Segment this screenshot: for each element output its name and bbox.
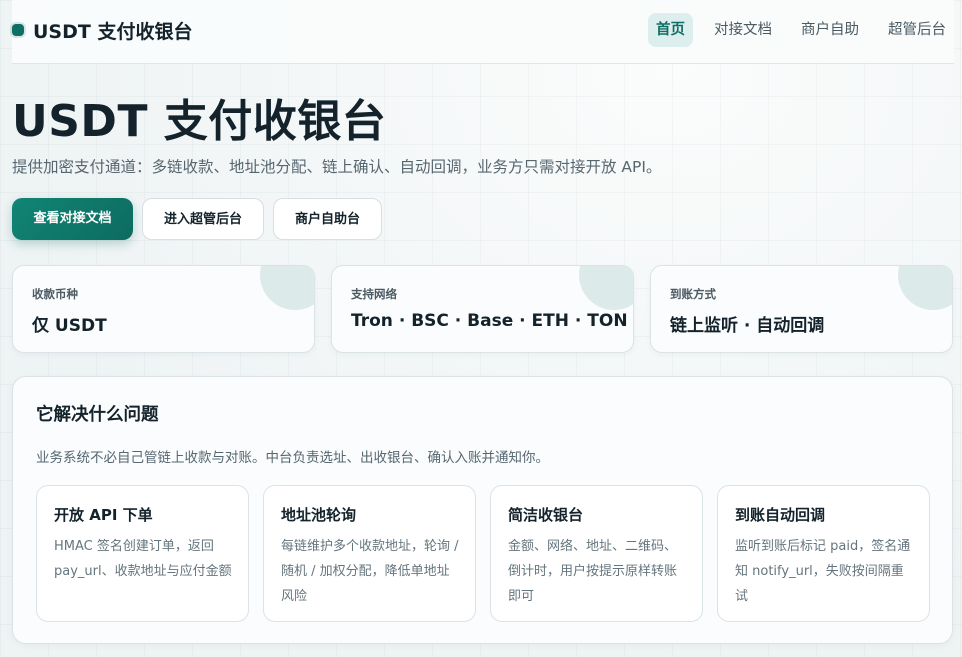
brand-logo-icon [12, 24, 24, 36]
feature-title: 开放 API 下单 [54, 506, 153, 524]
hero-actions: 查看对接文档 进入超管后台 商户自助台 [12, 198, 391, 240]
stat-card-networks: 支持网络 Tron · BSC · Base · ETH · TON [331, 265, 634, 353]
feature-title: 简洁收银台 [508, 506, 584, 524]
top-navbar: USDT 支付收银台 首页 对接文档 商户自助 超管后台 [12, 0, 954, 64]
decorative-circle [260, 266, 314, 310]
stat-label: 收款币种 [32, 287, 78, 301]
feature-description: HMAC 签名创建订单，返回 pay_url、收款地址与应付金额 [54, 539, 232, 579]
nav-item-admin[interactable]: 超管后台 [880, 13, 954, 47]
main-nav: 首页 对接文档 商户自助 超管后台 [635, 13, 954, 47]
nav-item-merchant[interactable]: 商户自助 [793, 13, 867, 47]
decorative-circle [898, 266, 952, 310]
feature-description: 监听到账后标记 paid，签名通知 notify_url，失败按间隔重试 [735, 539, 911, 604]
feature-title: 到账自动回调 [735, 506, 826, 524]
enter-admin-button[interactable]: 进入超管后台 [142, 198, 264, 240]
section-description: 业务系统不必自己管链上收款与对账。中台负责选址、出收银台、确认入账并通知你。 [36, 450, 549, 466]
view-docs-button[interactable]: 查看对接文档 [12, 198, 133, 240]
stat-value: Tron · BSC · Base · ETH · TON [351, 311, 628, 331]
stat-card-settlement: 到账方式 链上监听 · 自动回调 [650, 265, 953, 353]
feature-description: 金额、网络、地址、二维码、倒计时，用户按提示原样转账即可 [508, 539, 678, 604]
feature-card-callback: 到账自动回调 监听到账后标记 paid，签名通知 notify_url，失败按间… [717, 485, 930, 622]
nav-item-home[interactable]: 首页 [648, 13, 693, 47]
hero-title: USDT 支付收银台 [12, 96, 387, 147]
stat-label: 到账方式 [670, 287, 716, 301]
stat-card-currency: 收款币种 仅 USDT [12, 265, 315, 353]
feature-card-address-pool: 地址池轮询 每链维护多个收款地址，轮询 / 随机 / 加权分配，降低单地址风险 [263, 485, 476, 622]
hero-subtitle: 提供加密支付通道：多链收款、地址池分配、链上确认、自动回调，业务方只需对接开放 … [12, 158, 662, 176]
nav-item-docs[interactable]: 对接文档 [706, 13, 780, 47]
feature-card-open-api: 开放 API 下单 HMAC 签名创建订单，返回 pay_url、收款地址与应付… [36, 485, 249, 622]
stat-value: 链上监听 · 自动回调 [670, 316, 825, 336]
brand[interactable]: USDT 支付收银台 [12, 18, 193, 43]
decorative-circle [579, 266, 633, 310]
feature-title: 地址池轮询 [281, 506, 357, 524]
section-title: 它解决什么问题 [36, 405, 159, 425]
problem-section: 它解决什么问题 业务系统不必自己管链上收款与对账。中台负责选址、出收银台、确认入… [12, 376, 953, 644]
brand-title: USDT 支付收银台 [33, 20, 193, 43]
feature-description: 每链维护多个收款地址，轮询 / 随机 / 加权分配，降低单地址风险 [281, 539, 459, 604]
stat-value: 仅 USDT [32, 316, 107, 336]
merchant-portal-button[interactable]: 商户自助台 [273, 198, 382, 240]
feature-card-checkout: 简洁收银台 金额、网络、地址、二维码、倒计时，用户按提示原样转账即可 [490, 485, 703, 622]
stat-label: 支持网络 [351, 287, 397, 301]
